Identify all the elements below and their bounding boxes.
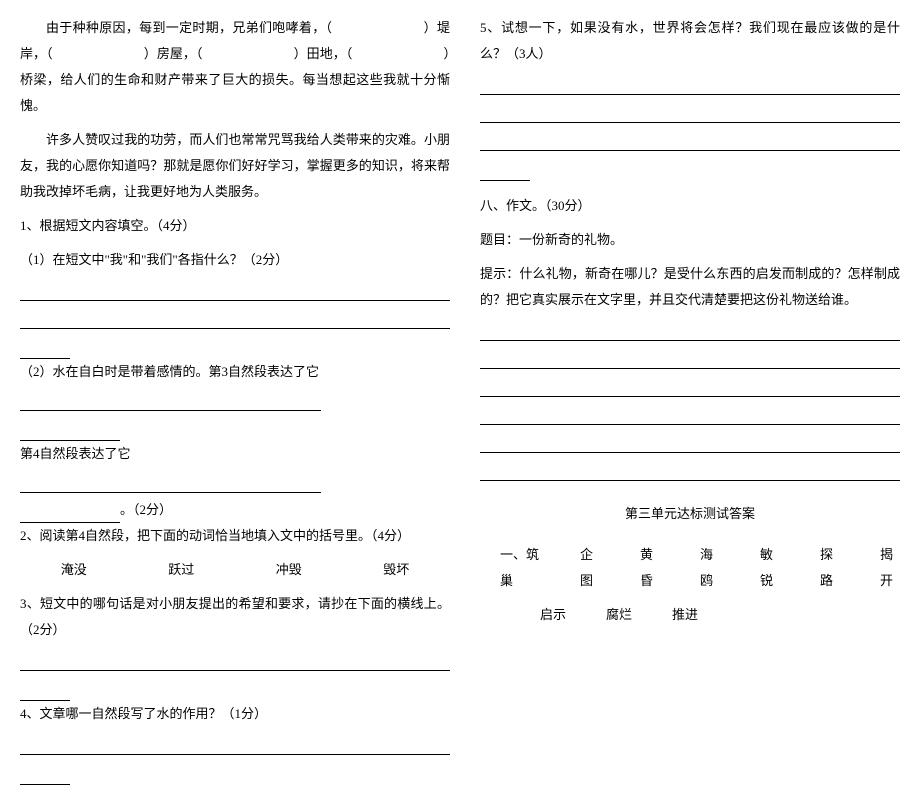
answer-row-2: 启示 腐烂 推进 [540,602,900,628]
answer-line[interactable] [480,105,900,123]
blank-2[interactable] [53,41,144,67]
answer-line[interactable] [20,653,450,671]
answer-row-1: 一、筑巢 企图 黄昏 海鸥 敏锐 探路 揭开 [500,542,900,594]
verb-option: 淹没 [61,557,87,583]
answer-line[interactable] [20,475,321,493]
answer-key-title: 第三单元达标测试答案 [480,501,900,527]
verb-options: 淹没 跃过 冲毁 毁坏 [20,557,450,583]
answer-line[interactable] [480,379,900,397]
blank-1[interactable] [332,15,423,41]
hint-label: 提示： [480,266,519,281]
topic-text: 一份新奇的礼物。 [519,232,623,247]
composition-hint: 提示：什么礼物，新奇在哪儿？是受什么东西的启发而制成的？怎样制成的？把它真实展示… [480,261,900,313]
blank-4[interactable] [352,41,443,67]
answer-line[interactable] [480,463,900,481]
answer-line[interactable] [20,737,450,755]
p1-text-d: ）房屋，（ [144,46,203,61]
question-1-2: （2）水在自白时是带着感情的。第3自然段表达了它 [20,359,450,385]
answer-item: 黄昏 [640,542,660,594]
answer-line-short[interactable] [20,687,70,701]
answer-line[interactable] [20,283,450,301]
answer-line-short[interactable] [20,345,70,359]
answer-line[interactable] [20,311,450,329]
p1-text-a: 由于种种原因，每到一定时期，兄弟们咆哮着，（ [46,20,332,35]
answer-item: 企图 [580,542,600,594]
verb-option: 冲毁 [276,557,302,583]
answer-item: 推进 [672,602,698,628]
answer-line[interactable] [480,407,900,425]
question-4: 4、文章哪一自然段写了水的作用？（1分） [20,701,450,727]
question-5: 5、试想一下，如果没有水，世界将会怎样？我们现在最应该做的是什么？（3人） [480,15,900,67]
passage-p2: 许多人赞叹过我的功劳，而人们也常常咒骂我给人类带来的灾难。小朋友，我的心愿你知道… [20,127,450,205]
question-2: 2、阅读第4自然段，把下面的动词恰当地填入文中的括号里。（4分） [20,523,450,549]
answer-line[interactable] [480,77,900,95]
answer-item: 海鸥 [700,542,720,594]
hint-text: 什么礼物，新奇在哪儿？是受什么东西的启发而制成的？怎样制成的？把它真实展示在文字… [480,266,900,307]
answer-line[interactable] [480,435,900,453]
question-3: 3、短文中的哪句话是对小朋友提出的希望和要求，请抄在下面的横线上。（2分） [20,591,450,643]
answer-item: 探路 [820,542,840,594]
answer-item: 腐烂 [606,602,632,628]
question-1-2b: 第4自然段表达了它 [20,441,450,467]
answer-item: 揭开 [880,542,900,594]
answer-line[interactable] [480,351,900,369]
verb-option: 毁坏 [383,557,409,583]
answer-item: 启示 [540,602,566,628]
question-1: 1、根据短文内容填空。（4分） [20,213,450,239]
answer-line-short[interactable] [480,167,530,181]
section-8: 八、作文。（30分） [480,193,900,219]
answer-line[interactable] [480,323,900,341]
verb-option: 跃过 [168,557,194,583]
blank-3[interactable] [203,41,294,67]
answer-line-short[interactable] [20,771,70,785]
answer-line[interactable] [480,133,900,151]
answer-label: 一、筑巢 [500,542,540,594]
passage-p1: 由于种种原因，每到一定时期，兄弟们咆哮着，（ ）堤岸，（ ）房屋，（ ）田地，（… [20,15,450,119]
composition-topic: 题目：一份新奇的礼物。 [480,227,900,253]
answer-line[interactable] [20,393,321,411]
p1-text-e: ）田地，（ [294,46,353,61]
topic-label: 题目： [480,232,519,247]
answer-line-short[interactable] [20,427,120,441]
q1-2-suffix: 。（2分） [120,502,172,517]
question-1-1: （1）在短文中"我"和"我们"各指什么？（2分） [20,247,450,273]
answer-item: 敏锐 [760,542,780,594]
answer-line-short[interactable] [20,509,120,523]
